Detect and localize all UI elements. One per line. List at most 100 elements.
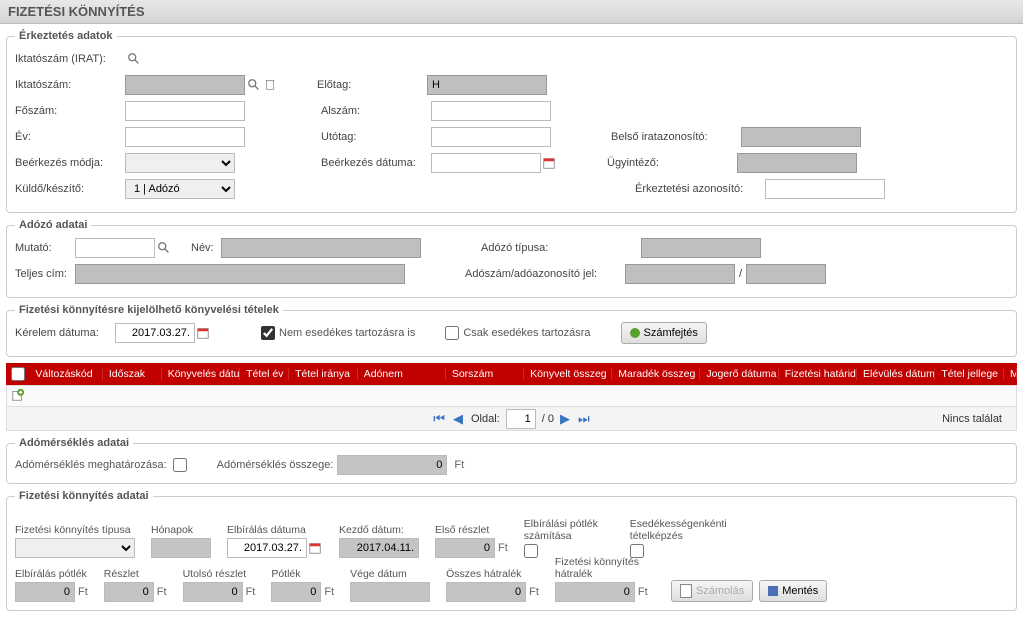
col-megjegyzes[interactable]: Megjegyzés [1004,368,1017,380]
esed-checkbox[interactable] [630,544,644,558]
honapok-label: Hónapok [151,510,211,536]
potlek-label: Pótlék [271,566,334,580]
calendar-icon[interactable] [541,156,557,170]
adomersekles-legend: Adómérséklés adatai [15,437,133,449]
szamfejtes-button[interactable]: Számfejtés [621,322,707,344]
col-maradekossz[interactable]: Maradék összeg [612,368,700,380]
pager-label: Oldal: [471,413,500,425]
vege-label: Vége dátum [350,566,430,580]
col-elevules[interactable]: Elévülés dátum [857,368,935,380]
utolso-input[interactable] [183,582,243,602]
fkhatralek-input[interactable] [555,582,635,602]
tipus-input[interactable] [641,238,761,258]
ugyintezo-input[interactable] [737,153,857,173]
reszlet-input[interactable] [104,582,154,602]
grid: Változáskód Időszak Könyvelés dátu Tétel… [6,363,1017,431]
col-jogero[interactable]: Jogerő dátuma [700,368,778,380]
pager-total: / 0 [542,413,554,425]
beerkezes-modja-select[interactable] [125,153,235,173]
col-idoszak[interactable]: Időszak [103,368,162,380]
belso-input[interactable] [741,127,861,147]
fk-legend: Fizetési könnyítés adatai [15,490,153,502]
search-icon[interactable] [127,52,141,66]
mutato-input[interactable] [75,238,155,258]
teljes-input[interactable] [75,264,405,284]
erkeztetesi-input[interactable] [765,179,885,199]
elb-potlek-szam-checkbox[interactable] [524,544,538,558]
tipus-label: Adózó típusa: [481,242,641,254]
col-sorszam[interactable]: Sorszám [446,368,524,380]
mentes-button[interactable]: Mentés [759,580,827,602]
tipus-select[interactable] [15,538,135,558]
ft-label: Ft [246,586,256,598]
iktatoszam-irat-label: Iktatószám (IRAT): [15,53,125,65]
foszam-input[interactable] [125,101,245,121]
csakesedkes-checkbox[interactable] [445,326,459,340]
elb-potlek-input[interactable] [15,582,75,602]
adozo-fieldset: Adózó adatai Mutató: Név: Adózó típusa: … [6,219,1017,298]
adoszam-input[interactable] [625,264,735,284]
szamolas-button[interactable]: Számolás [671,580,753,602]
mentes-label: Mentés [782,585,818,597]
pager-prev-icon[interactable]: ◀ [451,411,465,427]
honapok-input[interactable] [151,538,211,558]
add-row-icon[interactable] [11,388,25,405]
elb-potlek-label: Elbírálás pótlék [15,566,88,580]
col-fizhatarido[interactable]: Fizetési határid [779,368,857,380]
adoazonosito-input[interactable] [746,264,826,284]
adomersekles-fieldset: Adómérséklés adatai Adómérséklés meghatá… [6,437,1017,484]
esed-label: Esedékességenkénti tételképzés [630,516,740,542]
nev-input[interactable] [221,238,421,258]
elso-reszlet-input[interactable] [435,538,495,558]
mutato-label: Mutató: [15,242,75,254]
col-valtozaskod[interactable]: Változáskód [29,368,102,380]
nemesedkes-checkbox[interactable] [261,326,275,340]
kerelem-label: Kérelem dátuma: [15,327,115,339]
kerelem-input[interactable] [115,323,195,343]
reszlet-label: Részlet [104,566,167,580]
elotag-label: Előtag: [317,79,427,91]
pager-first-icon[interactable]: ⏮ [431,411,447,427]
potlek-input[interactable] [271,582,321,602]
grid-selectall-checkbox[interactable] [11,367,25,381]
col-teteljelleg[interactable]: Tétel jellege [935,368,1004,380]
utotag-input[interactable] [431,127,551,147]
erkeztetes-legend: Érkeztetés adatok [15,30,117,42]
elotag-input[interactable] [427,75,547,95]
kuldo-select[interactable]: 1 | Adózó [125,179,235,199]
calendar-icon[interactable] [195,326,211,340]
erkeztetes-fieldset: Érkeztetés adatok Iktatószám (IRAT): Ikt… [6,30,1017,213]
meghat-checkbox[interactable] [173,458,187,472]
col-konyveles[interactable]: Könyvelés dátu [162,368,240,380]
pager-last-icon[interactable]: ⏭ [576,411,592,427]
adozo-legend: Adózó adatai [15,219,91,231]
alszam-input[interactable] [431,101,551,121]
kezdo-label: Kezdő dátum: [339,510,419,536]
pager-page-input[interactable] [506,409,536,429]
delete-icon[interactable] [263,78,277,92]
iktatoszam-input[interactable] [125,75,245,95]
col-tetelirany[interactable]: Tétel iránya [289,368,358,380]
calendar-icon[interactable] [307,541,323,555]
ft-label: Ft [157,586,167,598]
pager-next-icon[interactable]: ▶ [558,411,572,427]
vege-input[interactable] [350,582,430,602]
adoszam-label: Adószám/adóazonosító jel: [465,268,625,280]
ev-input[interactable] [125,127,245,147]
beerkezes-datum-input[interactable] [431,153,541,173]
ev-label: Év: [15,131,125,143]
erkeztetesi-label: Érkeztetési azonosító: [635,183,765,195]
iktatoszam-label: Iktatószám: [15,79,125,91]
osszes-input[interactable] [446,582,526,602]
ft-label: Ft [454,459,464,471]
osszeg-input[interactable] [337,455,447,475]
elb-datum-label: Elbírálás dátuma [227,510,323,536]
search-icon[interactable] [247,78,261,92]
col-konyveltossz[interactable]: Könyvelt összeg [524,368,612,380]
col-tetelev[interactable]: Tétel év [240,368,289,380]
col-adonem[interactable]: Adónem [358,368,446,380]
elb-datum-input[interactable] [227,538,307,558]
kuldo-label: Küldő/készítő: [15,183,125,195]
kezdo-input[interactable] [339,538,419,558]
search-icon[interactable] [157,241,171,255]
